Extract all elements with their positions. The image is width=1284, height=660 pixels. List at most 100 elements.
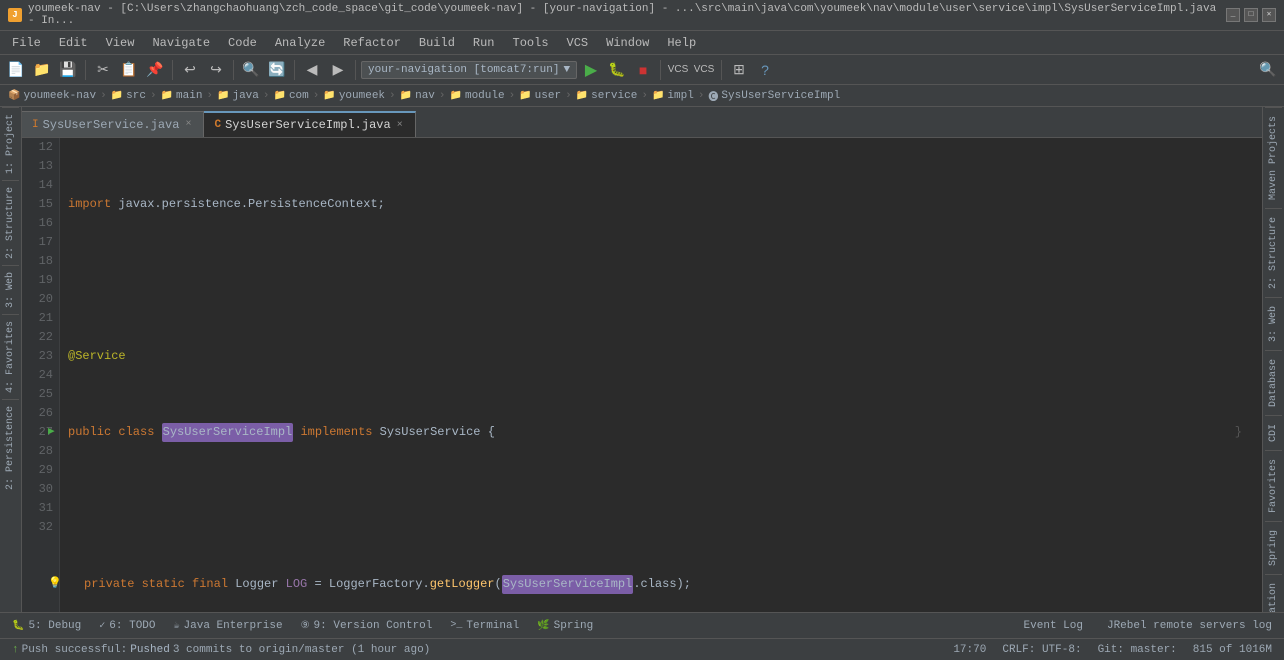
menu-window[interactable]: Window bbox=[598, 34, 657, 52]
vcs-update-button[interactable]: VCS bbox=[666, 58, 690, 82]
search-everywhere-button[interactable]: 🔍 bbox=[1256, 58, 1280, 82]
maximize-button[interactable]: □ bbox=[1244, 8, 1258, 22]
bc-module[interactable]: 📁 module bbox=[450, 90, 505, 102]
bc-class[interactable]: 🅒 SysUserServiceImpl bbox=[708, 88, 840, 104]
jrebel-button[interactable]: JRebel remote servers log bbox=[1099, 618, 1280, 634]
help-button[interactable]: ? bbox=[753, 58, 777, 82]
bc-impl[interactable]: 📁 impl bbox=[652, 90, 694, 102]
database-panel[interactable]: Database bbox=[1265, 350, 1282, 415]
git-branch[interactable]: Git: master: bbox=[1094, 644, 1181, 656]
tab-sysuser-service[interactable]: I SysUserService.java × bbox=[22, 111, 204, 137]
replace-button[interactable]: 🔄 bbox=[265, 58, 289, 82]
back-button[interactable]: ◀ bbox=[300, 58, 324, 82]
toolbar-separator-6 bbox=[660, 60, 661, 80]
tab-close-impl[interactable]: × bbox=[395, 120, 405, 131]
project-panel-label[interactable]: 1: Project bbox=[2, 107, 19, 180]
save-button[interactable]: 💾 bbox=[56, 58, 80, 82]
vcs-commit-button[interactable]: VCS bbox=[692, 58, 716, 82]
gutter-bulb-icon: 💡 bbox=[48, 575, 62, 594]
line-ending[interactable]: CRLF: UTF-8: bbox=[998, 644, 1085, 656]
bc-user[interactable]: 📁 user bbox=[519, 90, 561, 102]
open-button[interactable]: 📁 bbox=[30, 58, 54, 82]
java-enterprise-tab[interactable]: ☕ Java Enterprise bbox=[166, 618, 291, 634]
memory-indicator[interactable]: 815 of 1016M bbox=[1189, 644, 1276, 656]
run-button[interactable]: ▶ bbox=[579, 58, 603, 82]
folder-icon-java: 📁 bbox=[217, 90, 229, 102]
bottom-tabs: 🐛 5: Debug ✓ 6: TODO ☕ Java Enterprise ⑨… bbox=[0, 612, 1284, 638]
cdi-panel[interactable]: CDI bbox=[1265, 415, 1282, 450]
run-config-dropdown[interactable]: your-navigation [tomcat7:run] ▼ bbox=[361, 61, 577, 79]
menu-view[interactable]: View bbox=[98, 34, 143, 52]
find-button[interactable]: 🔍 bbox=[239, 58, 263, 82]
line-num-16: 16 bbox=[28, 214, 53, 233]
undo-button[interactable]: ↩ bbox=[178, 58, 202, 82]
line-num-19: 19 bbox=[28, 271, 53, 290]
bc-sep-10: › bbox=[639, 90, 650, 102]
spring-tab[interactable]: 🌿 Spring bbox=[529, 618, 601, 634]
todo-tab[interactable]: ✓ 6: TODO bbox=[91, 618, 163, 634]
tab-sysuser-service-impl[interactable]: C SysUserServiceImpl.java × bbox=[204, 111, 415, 137]
favorites-panel-label[interactable]: 4: Favorites bbox=[2, 314, 19, 399]
close-button[interactable]: ✕ bbox=[1262, 8, 1276, 22]
bc-youmeek[interactable]: 📁 youmeek bbox=[323, 90, 385, 102]
redo-button[interactable]: ↪ bbox=[204, 58, 228, 82]
structure-button[interactable]: ⊞ bbox=[727, 58, 751, 82]
cursor-position[interactable]: 17:70 bbox=[949, 644, 990, 656]
window-controls[interactable]: _ □ ✕ bbox=[1226, 8, 1276, 22]
bc-main[interactable]: 📁 main bbox=[161, 90, 203, 102]
event-log-button[interactable]: Event Log bbox=[1016, 618, 1091, 634]
push-success-icon: ↑ bbox=[12, 644, 19, 656]
new-button[interactable]: 📄 bbox=[4, 58, 28, 82]
folder-icon-src: 📁 bbox=[111, 90, 123, 102]
minimize-button[interactable]: _ bbox=[1226, 8, 1240, 22]
bc-sep-3: › bbox=[204, 90, 215, 102]
menu-analyze[interactable]: Analyze bbox=[267, 34, 333, 52]
menu-edit[interactable]: Edit bbox=[51, 34, 96, 52]
debug-tab[interactable]: 🐛 5: Debug bbox=[4, 618, 89, 634]
code-editor[interactable]: 12 13 14 15 16 17 18 19 20 21 22 23 24 2… bbox=[22, 138, 1262, 612]
bc-com[interactable]: 📁 com bbox=[274, 90, 309, 102]
spring-icon: 🌿 bbox=[537, 620, 549, 632]
bc-youmeek-nav[interactable]: 📦 youmeek-nav bbox=[8, 90, 96, 102]
debug-button[interactable]: 🐛 bbox=[605, 58, 629, 82]
menu-file[interactable]: File bbox=[4, 34, 49, 52]
bc-src[interactable]: 📁 src bbox=[111, 90, 146, 102]
bean-validation-panel[interactable]: Bean Validation bbox=[1265, 574, 1282, 612]
structure-panel-label[interactable]: 2: Structure bbox=[2, 180, 19, 265]
web-panel-label[interactable]: 3: Web bbox=[2, 265, 19, 314]
stop-button[interactable]: ■ bbox=[631, 58, 655, 82]
bc-nav[interactable]: 📁 nav bbox=[400, 90, 435, 102]
forward-button[interactable]: ▶ bbox=[326, 58, 350, 82]
version-control-tab[interactable]: ⑨ 9: Version Control bbox=[293, 618, 441, 634]
code-content[interactable]: import javax.persistence.PersistenceCont… bbox=[60, 138, 1262, 612]
web-panel-right[interactable]: 3: Web bbox=[1265, 297, 1282, 350]
code-line-15: ▶ public class SysUserServiceImpl implem… bbox=[68, 423, 1254, 442]
cut-button[interactable]: ✂ bbox=[91, 58, 115, 82]
tab-close-service[interactable]: × bbox=[183, 119, 193, 130]
title-text: youmeek-nav - [C:\Users\zhangchaohuang\z… bbox=[28, 3, 1220, 27]
bc-service[interactable]: 📁 service bbox=[576, 90, 638, 102]
paste-button[interactable]: 📌 bbox=[143, 58, 167, 82]
menu-run[interactable]: Run bbox=[465, 34, 503, 52]
terminal-tab[interactable]: >_ Terminal bbox=[442, 618, 527, 634]
menu-code[interactable]: Code bbox=[220, 34, 265, 52]
bc-java[interactable]: 📁 java bbox=[217, 90, 259, 102]
toolbar-separator-1 bbox=[85, 60, 86, 80]
menu-navigate[interactable]: Navigate bbox=[144, 34, 218, 52]
structure-panel-right[interactable]: 2: Structure bbox=[1265, 208, 1282, 297]
line-num-15: 15 bbox=[28, 195, 53, 214]
persistence-panel-label[interactable]: 2: Persistence bbox=[2, 399, 19, 496]
menu-help[interactable]: Help bbox=[659, 34, 704, 52]
spring-panel[interactable]: Spring bbox=[1265, 521, 1282, 574]
menu-tools[interactable]: Tools bbox=[505, 34, 557, 52]
bc-sep-6: › bbox=[387, 90, 398, 102]
menu-vcs[interactable]: VCS bbox=[559, 34, 597, 52]
editor-tabs: I SysUserService.java × C SysUserService… bbox=[22, 107, 1262, 138]
class-icon: 🅒 bbox=[708, 88, 718, 104]
copy-button[interactable]: 📋 bbox=[117, 58, 141, 82]
toolbar-separator-3 bbox=[233, 60, 234, 80]
menu-build[interactable]: Build bbox=[411, 34, 463, 52]
menu-refactor[interactable]: Refactor bbox=[335, 34, 409, 52]
maven-projects-panel[interactable]: Maven Projects bbox=[1265, 107, 1282, 208]
favorites-panel-right[interactable]: Favorites bbox=[1265, 450, 1282, 521]
